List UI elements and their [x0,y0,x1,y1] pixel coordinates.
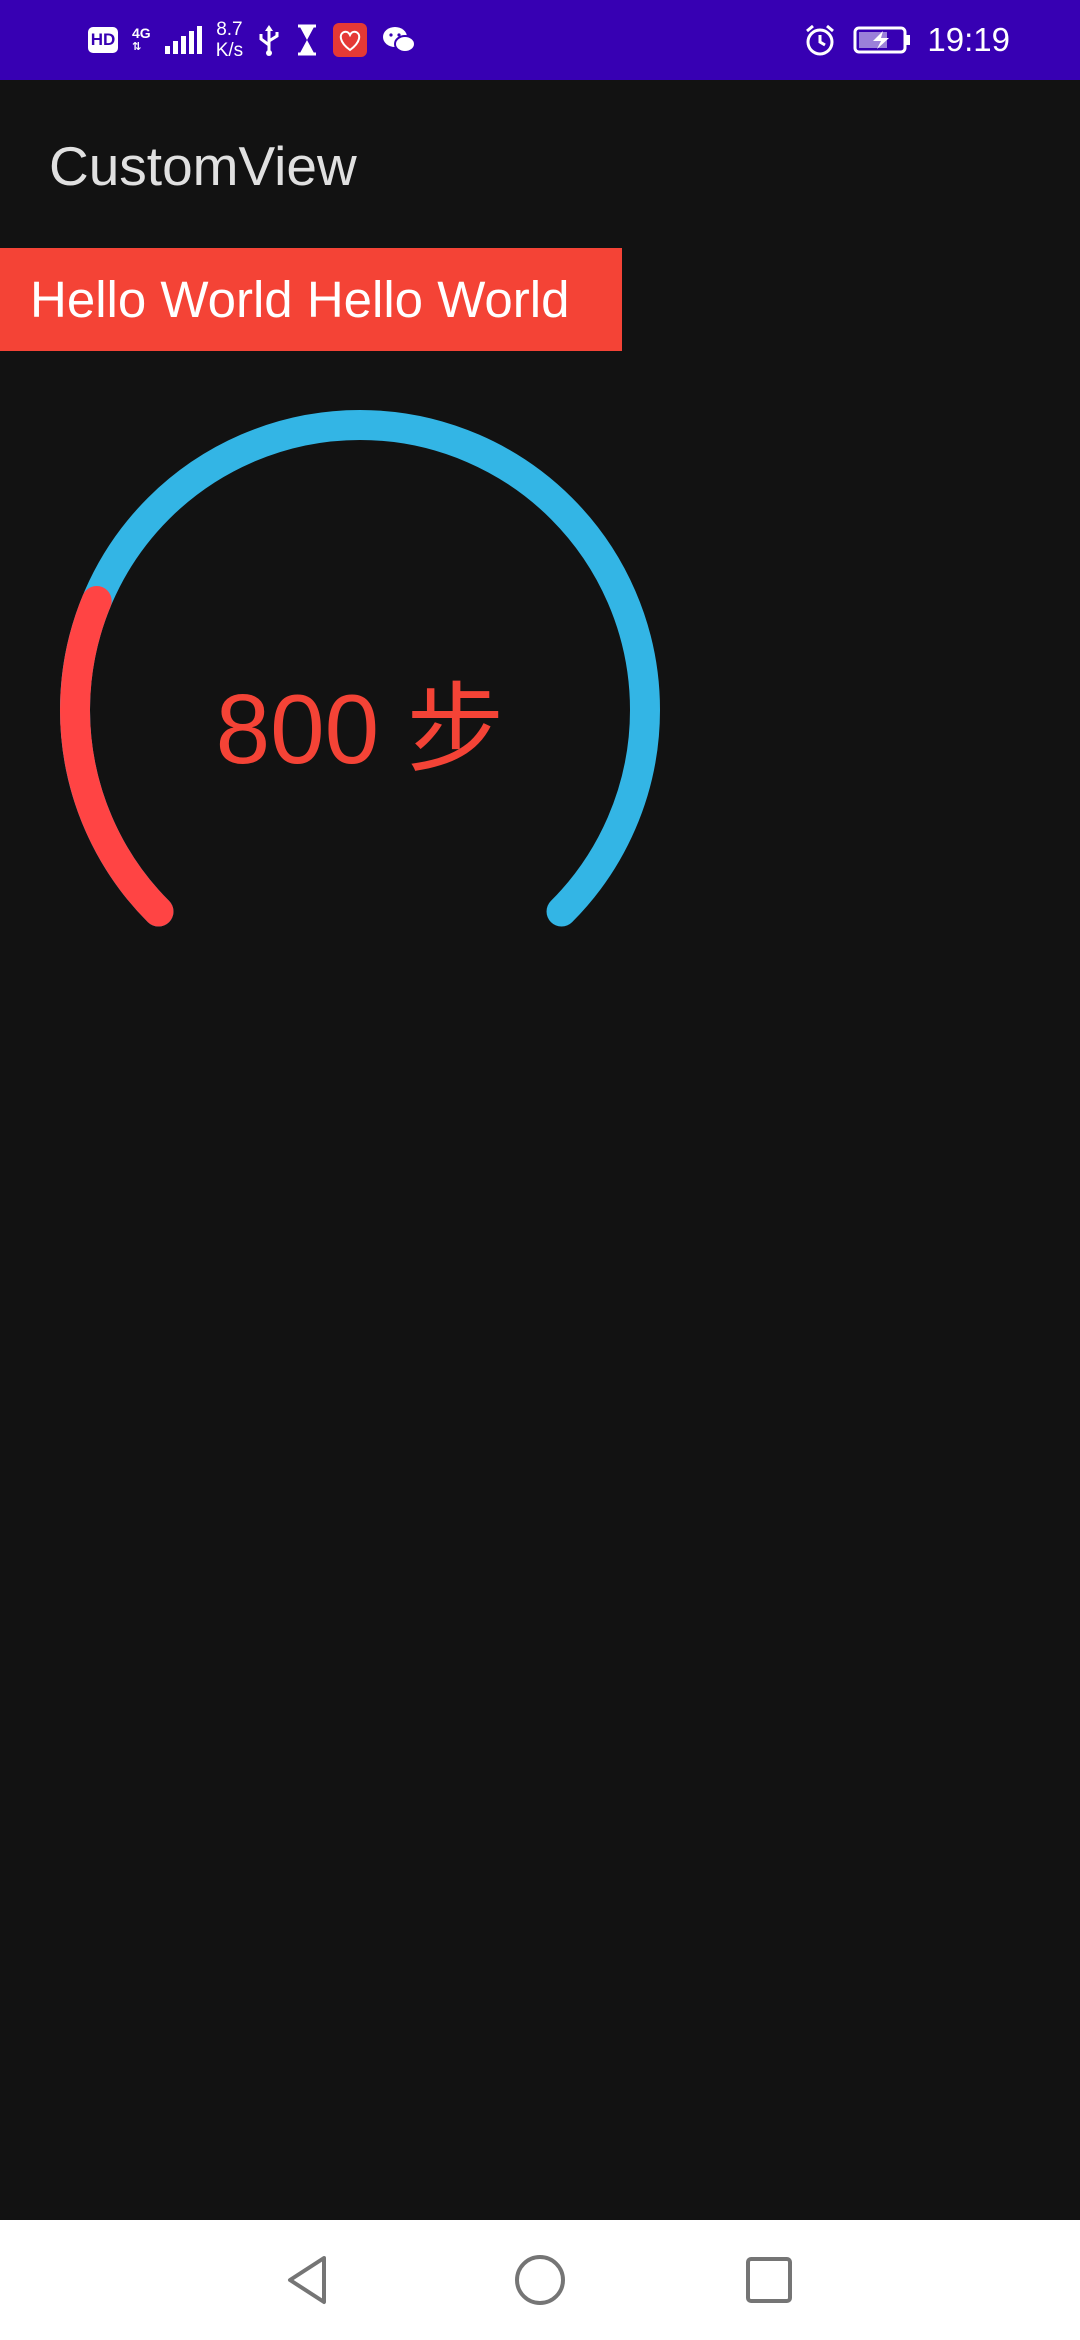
data-arrows-icon: ⇅ [132,41,142,53]
signal-icon [164,26,202,54]
network-speed-unit: K/s [215,40,244,61]
network-type-text: 4G [132,25,151,41]
status-bar: HD 4G ⇅ 8.7 K/s 19:19 [0,0,1080,80]
hourglass-icon [295,23,319,57]
home-button[interactable] [504,2244,576,2316]
clock-time: 19:19 [927,21,1010,58]
back-icon [288,2256,326,2304]
status-left-group: HD 4G ⇅ 8.7 K/s [88,0,417,80]
network-speed-value: 8.7 [216,19,243,40]
wechat-icon [381,23,417,57]
recents-icon [746,2257,792,2303]
recents-button[interactable] [733,2244,805,2316]
usb-icon [257,23,281,57]
battery-charging-icon [853,23,911,57]
network-speed: 8.7 K/s [216,19,243,61]
back-button[interactable] [272,2244,344,2316]
network-type-label: 4G ⇅ [132,26,151,54]
toolbar-title: CustomView [49,135,357,197]
step-gauge: 800 步 [0,400,720,960]
status-right-group: 19:19 [803,0,1010,80]
alarm-icon [803,23,837,57]
app-badge-icon [333,23,368,57]
hello-text-view: Hello World Hello World [0,248,622,351]
hd-badge-icon: HD [88,27,118,53]
navigation-bar [0,2220,1080,2340]
step-count-label: 800 步 [215,674,505,784]
app-toolbar: CustomView [0,80,1080,248]
hello-text: Hello World Hello World [30,271,570,328]
screen: HD 4G ⇅ 8.7 K/s 19:19 CustomView Hello W… [0,0,1080,2340]
home-icon [515,2255,565,2305]
